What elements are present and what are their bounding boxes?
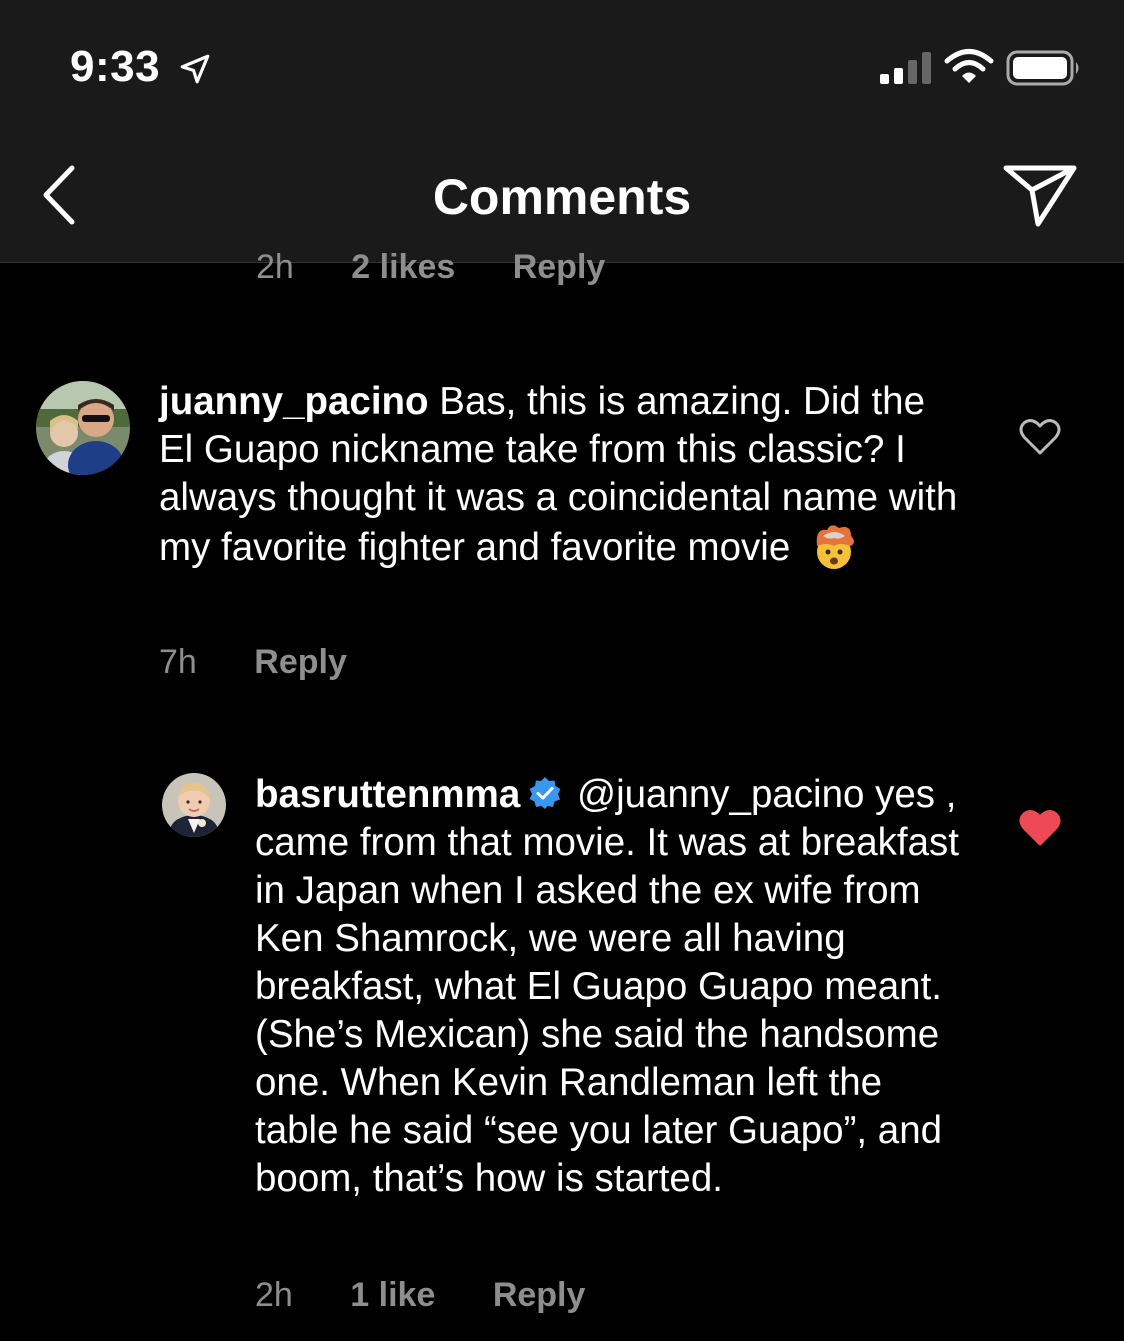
- heart-filled-icon[interactable]: [1018, 808, 1062, 848]
- status-bar: 9:33: [0, 0, 1124, 120]
- reply-button[interactable]: Reply: [254, 643, 347, 681]
- previous-comment-meta: 2h 2 likes Reply: [256, 248, 653, 288]
- verified-badge-icon: [529, 777, 561, 809]
- comment-username[interactable]: basruttenmma: [255, 773, 520, 816]
- comment-body: juanny_pacino Bas, this is amazing. Did …: [159, 378, 959, 572]
- reply-button[interactable]: Reply: [513, 248, 606, 287]
- likes-count[interactable]: 2 likes: [351, 248, 455, 287]
- page-title: Comments: [432, 169, 692, 225]
- comment-username[interactable]: juanny_pacino: [159, 380, 429, 423]
- wifi-icon: [944, 49, 994, 83]
- likes-count[interactable]: 1 like: [350, 1276, 435, 1314]
- battery-icon: [1006, 50, 1079, 86]
- nav-bar: Comments: [0, 120, 1124, 263]
- mention-link[interactable]: @juanny_pacino: [577, 773, 864, 816]
- paper-plane-icon[interactable]: [1000, 160, 1080, 230]
- heart-outline-icon[interactable]: [1018, 417, 1062, 457]
- avatar[interactable]: [36, 381, 130, 475]
- comment-time: 2h: [255, 1276, 293, 1314]
- comment-text: yes , came from that movie. It was at br…: [255, 773, 959, 1200]
- comment-time: 2h: [256, 248, 294, 286]
- avatar[interactable]: [162, 773, 226, 837]
- exploding-head-emoji-icon: [816, 525, 854, 569]
- status-time: 9:33: [70, 42, 161, 91]
- location-arrow-icon: [180, 54, 210, 84]
- comment-meta: 7h Reply: [159, 643, 395, 682]
- comment-meta: 2h 1 like Reply: [255, 1276, 633, 1315]
- comment-body: basruttenmma @juanny_pacino yes , came f…: [255, 771, 975, 1203]
- signal-icon: [880, 52, 931, 84]
- comment-time: 7h: [159, 643, 197, 681]
- reply-button[interactable]: Reply: [493, 1276, 586, 1314]
